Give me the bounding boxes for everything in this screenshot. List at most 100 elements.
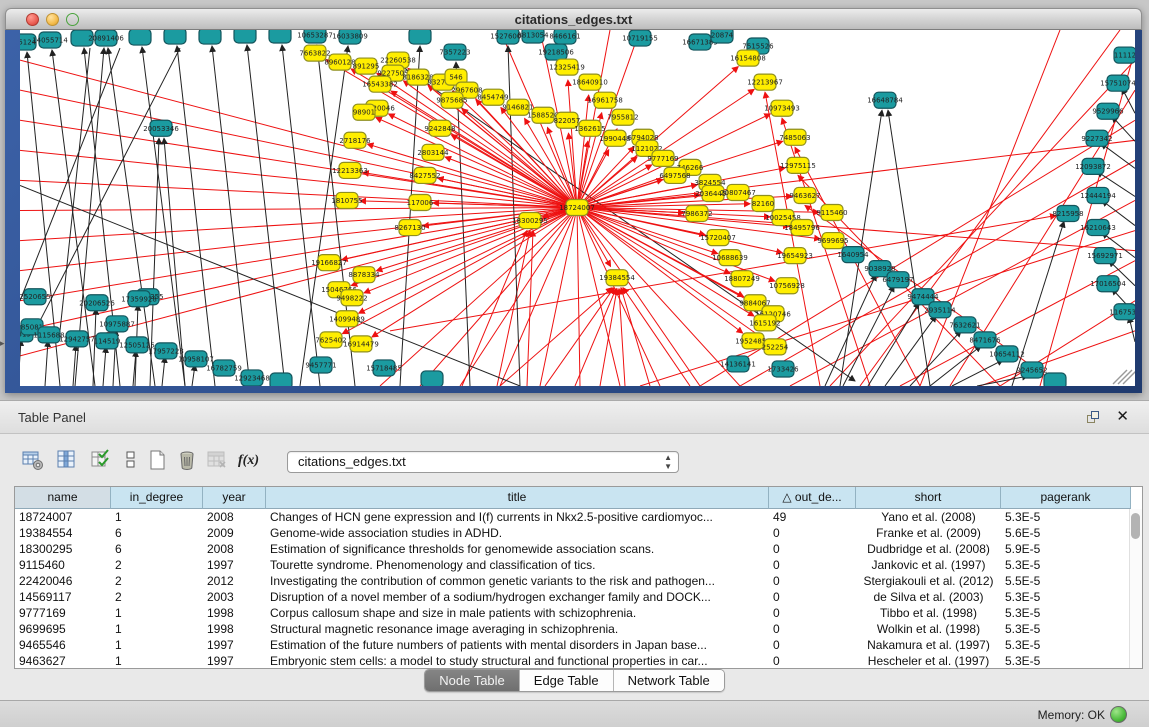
network-canvas[interactable]: 5512414055714208914061065328716033809735… <box>20 30 1135 386</box>
tab-node-table[interactable]: Node Table <box>425 670 520 691</box>
network-node[interactable]: 8878334 <box>348 267 380 283</box>
network-node[interactable]: 9463627 <box>789 187 820 203</box>
network-node[interactable]: 9777169 <box>647 150 678 166</box>
table-row[interactable]: 946554611997Estimation of the future num… <box>15 637 1142 653</box>
table-row[interactable]: 1456911722003Disruption of a novel membe… <box>15 589 1142 605</box>
network-node[interactable]: 9457771 <box>305 357 336 373</box>
network-node[interactable]: 1810755 <box>331 192 362 208</box>
network-node[interactable]: 2935114 <box>924 302 956 318</box>
network-node[interactable]: 12325419 <box>549 59 585 75</box>
show-column-icon[interactable] <box>56 449 78 471</box>
network-node[interactable] <box>234 30 256 43</box>
network-node[interactable]: 8267130 <box>394 220 425 236</box>
network-node[interactable]: 114519 <box>94 333 121 349</box>
close-panel-icon[interactable]: ✕ <box>1116 407 1129 425</box>
network-node[interactable]: 6497568 <box>659 167 690 183</box>
network-node[interactable]: 8466161 <box>549 30 580 44</box>
network-node[interactable]: 7625402 <box>315 332 346 348</box>
network-node[interactable]: 252254 <box>762 339 789 355</box>
column-header-name[interactable]: name <box>15 487 111 509</box>
column-header-in_degree[interactable]: in_degree <box>111 487 203 509</box>
network-node[interactable]: 15692971 <box>1087 248 1123 264</box>
network-node[interactable]: 10756928 <box>769 278 805 294</box>
network-node[interactable]: 8813054 <box>517 30 549 43</box>
window-titlebar[interactable]: citations_edges.txt <box>5 8 1142 30</box>
table-row[interactable]: 1830029562008Estimation of significance … <box>15 541 1142 557</box>
network-node[interactable] <box>199 30 221 44</box>
network-node[interactable]: 98901 <box>353 104 375 120</box>
modify-table-icon[interactable] <box>22 449 44 471</box>
network-node[interactable]: 11112 <box>1114 47 1135 63</box>
network-node[interactable]: 15751074 <box>1100 75 1135 91</box>
table-row[interactable]: 1872400712008Changes of HCN gene express… <box>15 509 1142 525</box>
network-node[interactable]: 19654923 <box>777 248 813 264</box>
network-node[interactable]: 9498222 <box>336 290 367 306</box>
network-node[interactable]: 8215958 <box>1052 205 1083 221</box>
network-node[interactable]: 1733426 <box>767 361 799 377</box>
network-node[interactable]: 15718485 <box>366 360 402 376</box>
network-node[interactable]: 10975887 <box>99 316 135 332</box>
network-node[interactable]: 18640910 <box>572 74 608 90</box>
column-header-short[interactable]: short <box>856 487 1001 509</box>
network-node[interactable]: 7485063 <box>779 129 810 145</box>
network-node[interactable]: 8427552 <box>409 167 440 183</box>
table-row[interactable]: 1938455462009Genome-wide association stu… <box>15 525 1142 541</box>
table-row[interactable]: 946362711997Embryonic stem cells: a mode… <box>15 653 1142 669</box>
network-node[interactable]: 7632621 <box>949 317 980 333</box>
function-builder-icon[interactable]: f(x) <box>238 453 260 475</box>
network-node[interactable]: 16210643 <box>1080 220 1116 236</box>
tab-network-table[interactable]: Network Table <box>614 670 724 691</box>
network-node[interactable]: 12213363 <box>332 162 368 178</box>
network-node[interactable] <box>1044 373 1066 386</box>
network-node[interactable] <box>409 30 431 44</box>
network-node[interactable]: 14055714 <box>32 32 68 48</box>
network-node[interactable]: 9242848 <box>424 120 455 136</box>
network-node[interactable]: 9227342 <box>1081 130 1112 146</box>
scrollbar-thumb[interactable] <box>1131 513 1140 539</box>
network-node[interactable]: 8960128 <box>324 54 355 70</box>
table-row[interactable]: 969969511998Structural magnetic resonanc… <box>15 621 1142 637</box>
network-node[interactable]: 16033809 <box>332 30 368 44</box>
network-node[interactable] <box>270 373 292 386</box>
network-node[interactable] <box>269 30 291 43</box>
network-node[interactable]: 2520655 <box>20 289 51 305</box>
table-scrollbar[interactable] <box>1129 509 1142 668</box>
network-node[interactable]: 2803144 <box>417 144 449 160</box>
network-node[interactable]: 7986372 <box>681 205 712 221</box>
network-node[interactable]: 12444194 <box>1080 187 1116 203</box>
network-node[interactable]: 82160 <box>752 195 774 211</box>
new-table-icon[interactable] <box>146 449 168 471</box>
network-node[interactable] <box>421 371 443 386</box>
network-node[interactable]: 7955812 <box>607 109 638 125</box>
network-node[interactable]: 1615192 <box>749 315 780 331</box>
table-row[interactable]: 2242004622012Investigating the contribut… <box>15 573 1142 589</box>
network-node[interactable]: 9115460 <box>816 204 847 220</box>
network-node[interactable]: 12093872 <box>1075 158 1111 174</box>
network-node[interactable]: 10719155 <box>622 30 658 46</box>
network-node[interactable] <box>129 30 151 45</box>
memory-indicator-button[interactable] <box>1110 706 1127 723</box>
network-node[interactable]: 16914479 <box>343 336 379 352</box>
network-node[interactable]: 9699695 <box>817 233 848 249</box>
column-header-year[interactable]: year <box>203 487 266 509</box>
network-node[interactable]: 1990448 <box>599 130 630 146</box>
network-node[interactable]: 10688639 <box>712 250 748 266</box>
network-node[interactable]: 12213967 <box>747 74 783 90</box>
network-node[interactable]: 20891406 <box>88 30 124 46</box>
network-node[interactable]: 10654112 <box>989 346 1025 362</box>
network-node[interactable]: 7357223 <box>439 44 470 60</box>
column-header-pagerank[interactable]: pagerank <box>1001 487 1131 509</box>
float-panel-icon[interactable] <box>1085 409 1101 425</box>
network-node[interactable]: 15720407 <box>700 230 736 246</box>
table-row[interactable]: 977716911998Corpus callosum shape and si… <box>15 605 1142 621</box>
table-selector-dropdown[interactable]: citations_edges.txt ▲▼ <box>287 451 679 473</box>
network-node[interactable]: 9245652 <box>1016 362 1047 378</box>
network-node[interactable]: 9875685 <box>436 92 467 108</box>
network-node[interactable]: 6479197 <box>882 272 913 288</box>
column-header-title[interactable]: title <box>266 487 769 509</box>
table-row[interactable]: 911546021997Tourette syndrome. Phenomeno… <box>15 557 1142 573</box>
network-node[interactable]: 10653287 <box>297 30 333 43</box>
network-node[interactable]: 891295 <box>353 58 380 74</box>
tab-edge-table[interactable]: Edge Table <box>520 670 614 691</box>
network-node[interactable]: 1167533 <box>1109 304 1135 320</box>
